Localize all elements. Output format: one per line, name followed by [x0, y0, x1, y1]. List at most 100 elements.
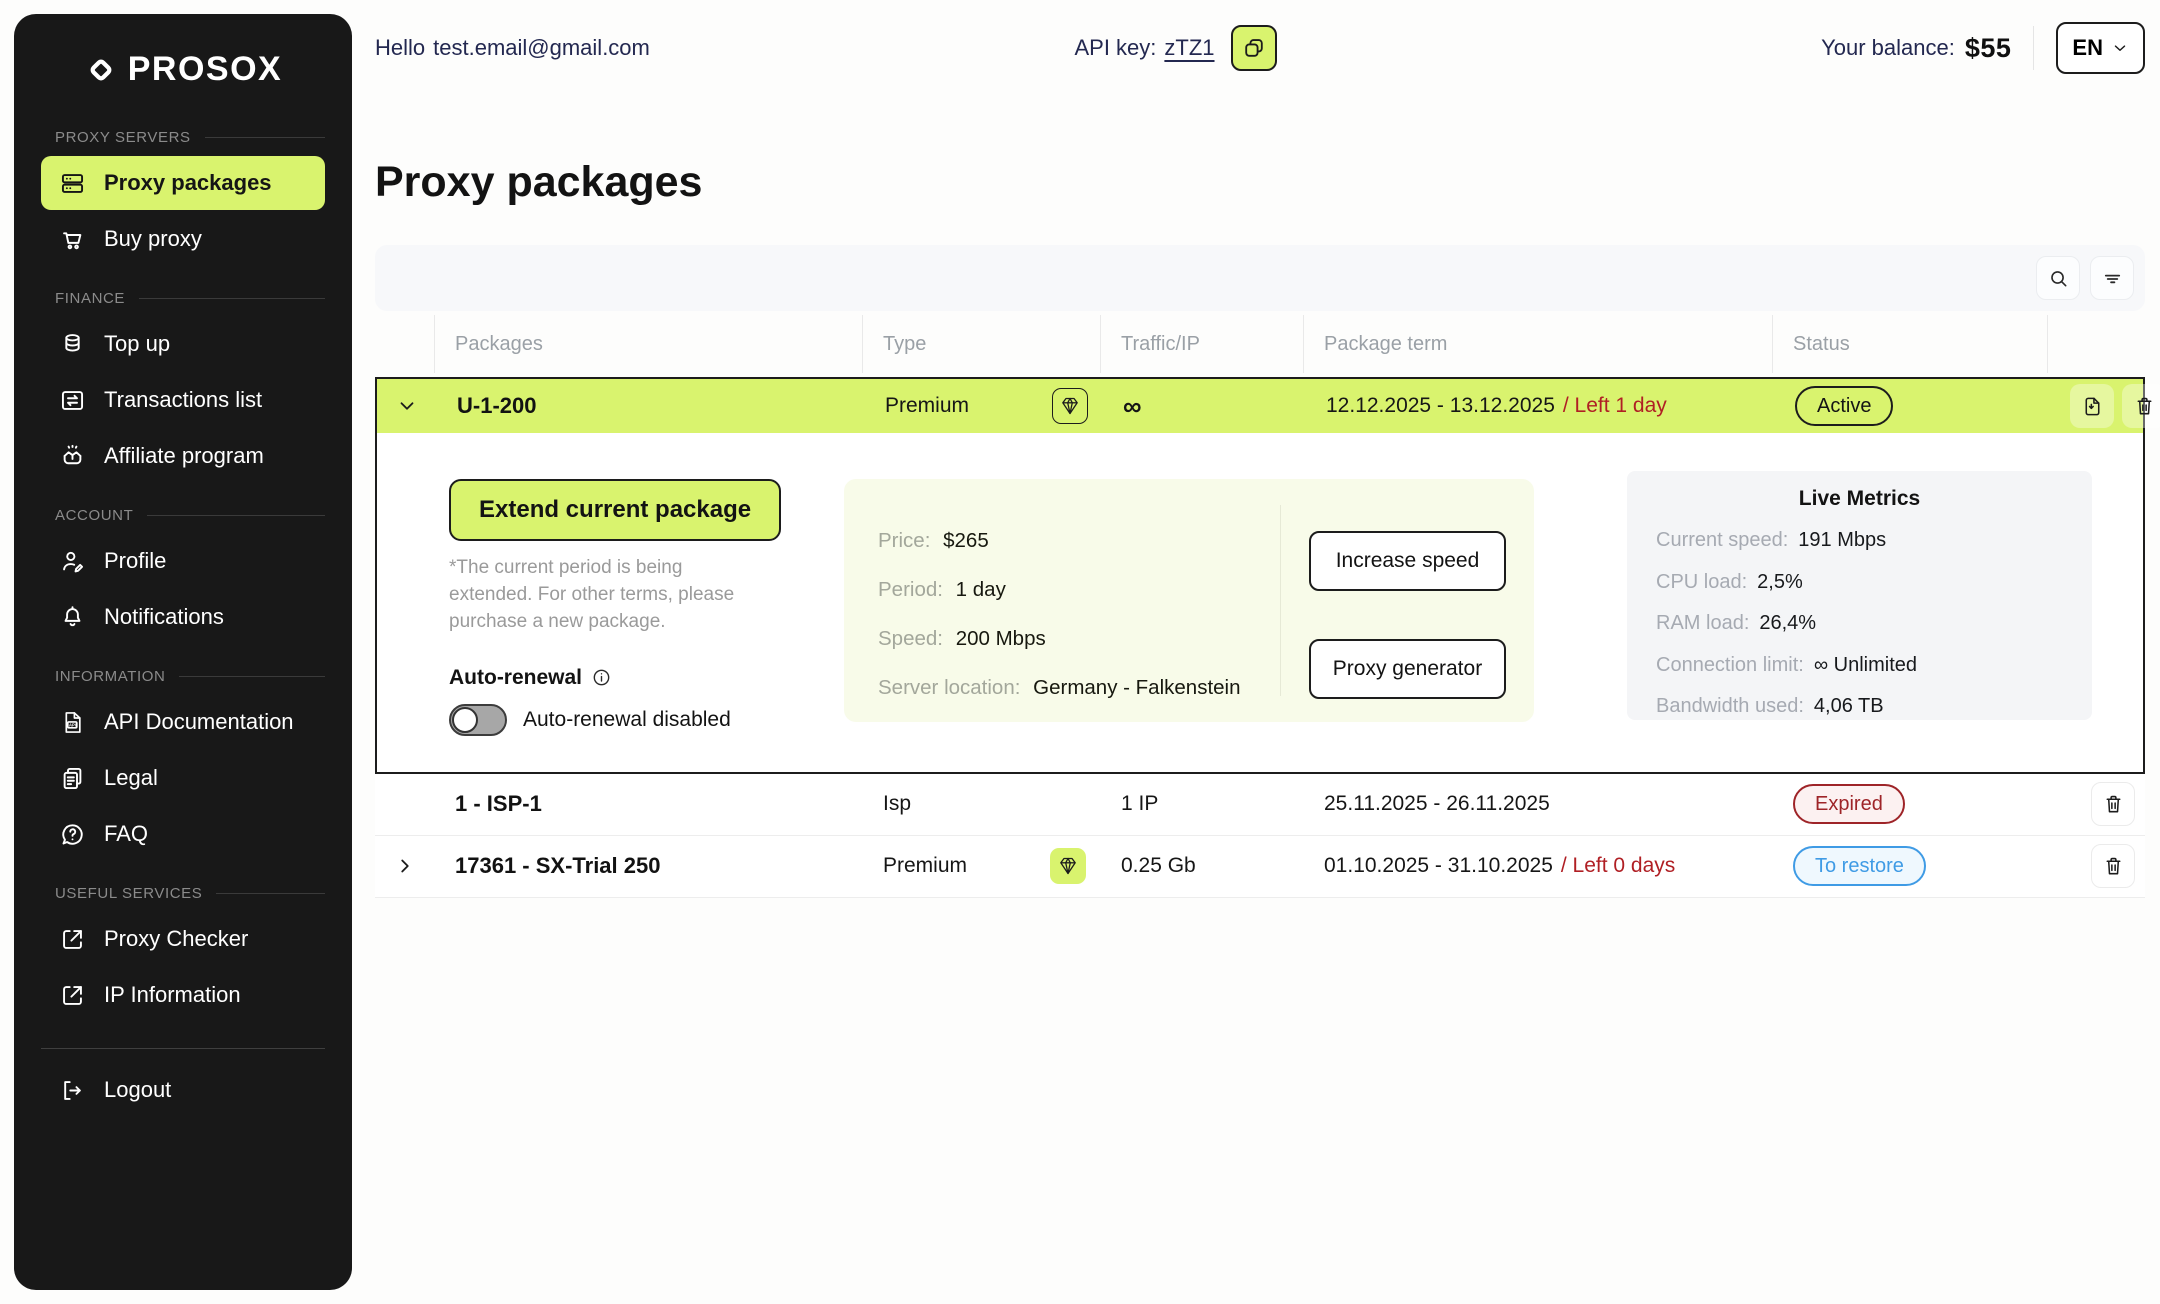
table-row[interactable]: 17361 - SX-Trial 250 Premium 0.25 Gb 01.… [375, 836, 2145, 898]
row-actions [2047, 844, 2145, 888]
search-icon [2047, 267, 2070, 290]
sidebar-item-affiliate-program[interactable]: Affiliate program [41, 429, 325, 483]
metric-label: RAM load: [1656, 612, 1749, 635]
expanded-package-box: U-1-200 Premium ∞ 12.12.2025 - 13.12.202… [375, 377, 2145, 774]
api-key-value[interactable]: zTZ1 [1164, 35, 1214, 61]
logo: PROSOX [41, 50, 325, 89]
download-package-button[interactable] [2070, 384, 2114, 428]
delete-package-button[interactable] [2091, 782, 2135, 826]
section-label-proxy-servers: PROXY SERVERS [55, 129, 325, 146]
header-spacer [375, 311, 434, 377]
package-term: 12.12.2025 - 13.12.2025 [1326, 394, 1555, 418]
sidebar-divider [41, 1048, 325, 1049]
trash-icon [2133, 395, 2156, 418]
table-row[interactable]: 1 - ISP-1 Isp 1 IP 25.11.2025 - 26.11.20… [375, 774, 2145, 836]
detail-row-speed: Speed: 200 Mbps [878, 627, 1280, 651]
question-bubble-icon [59, 821, 86, 848]
row-actions [2047, 782, 2145, 826]
sidebar-item-faq[interactable]: FAQ [41, 807, 325, 861]
section-label-information: INFORMATION [55, 668, 325, 685]
topbar-right: Your balance: $55 EN [1821, 22, 2145, 74]
auto-renewal-status: Auto-renewal disabled [523, 708, 731, 732]
package-status-cell: Expired [1772, 784, 2047, 824]
auto-renewal-toggle[interactable] [449, 704, 507, 736]
sidebar-item-api-documentation[interactable]: API API Documentation [41, 695, 325, 749]
proxy-generator-button[interactable]: Proxy generator [1309, 639, 1506, 699]
sidebar: PROSOX PROXY SERVERS Proxy packages Buy … [14, 14, 352, 1290]
sidebar-item-buy-proxy[interactable]: Buy proxy [41, 212, 325, 266]
column-header-term: Package term [1303, 311, 1772, 377]
bell-icon [59, 604, 86, 631]
section-label-useful-services: USEFUL SERVICES [55, 885, 325, 902]
package-status-cell: Active [1774, 386, 2049, 426]
language-selector[interactable]: EN [2056, 22, 2145, 74]
detail-label: Server location: [878, 676, 1020, 699]
package-name: U-1-200 [436, 393, 864, 419]
sidebar-item-label: API Documentation [104, 709, 294, 735]
package-term-cell: 12.12.2025 - 13.12.2025 / Left 1 day [1305, 394, 1774, 418]
package-traffic: 1 IP [1100, 792, 1303, 816]
sidebar-item-legal[interactable]: Legal [41, 751, 325, 805]
search-button[interactable] [2036, 256, 2080, 300]
package-type: Premium [883, 854, 967, 878]
expanded-package-details: Extend current package *The current peri… [377, 433, 2143, 772]
package-term-left: / Left 1 day [1563, 394, 1667, 418]
sidebar-item-label: Logout [104, 1077, 171, 1103]
package-status-cell: To restore [1772, 846, 2047, 886]
collapse-row-button[interactable] [390, 389, 424, 423]
detail-row-server-location: Server location: Germany - Falkenstein [878, 676, 1280, 700]
sidebar-item-transactions-list[interactable]: Transactions list [41, 373, 325, 427]
status-badge: Active [1795, 386, 1893, 426]
toggle-knob [452, 707, 478, 733]
sidebar-item-label: Legal [104, 765, 158, 791]
sidebar-item-label: Top up [104, 331, 170, 357]
transactions-icon [59, 387, 86, 414]
gem-icon [1056, 854, 1080, 878]
copy-api-key-button[interactable] [1231, 25, 1277, 71]
language-code: EN [2072, 35, 2103, 61]
info-icon[interactable] [591, 667, 612, 688]
package-term: 25.11.2025 - 26.11.2025 [1324, 792, 1550, 816]
package-term-left: / Left 0 days [1561, 854, 1675, 878]
package-term-cell: 01.10.2025 - 31.10.2025 / Left 0 days [1303, 854, 1772, 878]
server-icon [59, 170, 86, 197]
detail-value: Germany - Falkenstein [1033, 676, 1240, 699]
metric-value: 2,5% [1757, 571, 1803, 594]
chevron-down-icon [396, 395, 418, 417]
package-type-cell: Premium [864, 388, 1102, 424]
sidebar-item-profile[interactable]: Profile [41, 534, 325, 588]
sidebar-item-proxy-packages[interactable]: Proxy packages [41, 156, 325, 210]
package-detail-list: Price: $265 Period: 1 day Speed: 200 Mbp… [844, 479, 1280, 722]
table-row[interactable]: U-1-200 Premium ∞ 12.12.2025 - 13.12.202… [377, 379, 2143, 433]
api-key-label: API key: [1074, 35, 1156, 61]
section-label-account: ACCOUNT [55, 507, 325, 524]
delete-package-button[interactable] [2122, 384, 2160, 428]
expand-row-button[interactable] [388, 849, 422, 883]
detail-value: $265 [943, 529, 989, 552]
diamond-logo-icon [84, 53, 118, 87]
metric-value: ∞ Unlimited [1814, 654, 1917, 677]
sidebar-item-logout[interactable]: Logout [41, 1063, 325, 1117]
extend-package-button[interactable]: Extend current package [449, 479, 781, 541]
sidebar-item-notifications[interactable]: Notifications [41, 590, 325, 644]
sidebar-item-ip-information[interactable]: IP Information [41, 968, 325, 1022]
balance-value: $55 [1965, 33, 2012, 64]
trash-icon [2102, 793, 2125, 816]
delete-package-button[interactable] [2091, 844, 2135, 888]
increase-speed-button[interactable]: Increase speed [1309, 531, 1506, 591]
column-header-packages: Packages [434, 311, 862, 377]
svg-text:API: API [69, 722, 76, 727]
detail-label: Period: [878, 578, 943, 601]
sidebar-item-label: Profile [104, 548, 166, 574]
detail-value: 200 Mbps [956, 627, 1046, 650]
topbar-divider [2033, 26, 2034, 70]
sidebar-item-label: Proxy Checker [104, 926, 248, 952]
sidebar-item-proxy-checker[interactable]: Proxy Checker [41, 912, 325, 966]
column-header-traffic: Traffic/IP [1100, 311, 1303, 377]
column-header-status: Status [1772, 311, 2047, 377]
sidebar-item-label: Notifications [104, 604, 224, 630]
metric-label: CPU load: [1656, 571, 1747, 594]
sidebar-item-top-up[interactable]: Top up [41, 317, 325, 371]
package-type-cell: Premium [862, 848, 1100, 884]
filter-button[interactable] [2090, 256, 2134, 300]
